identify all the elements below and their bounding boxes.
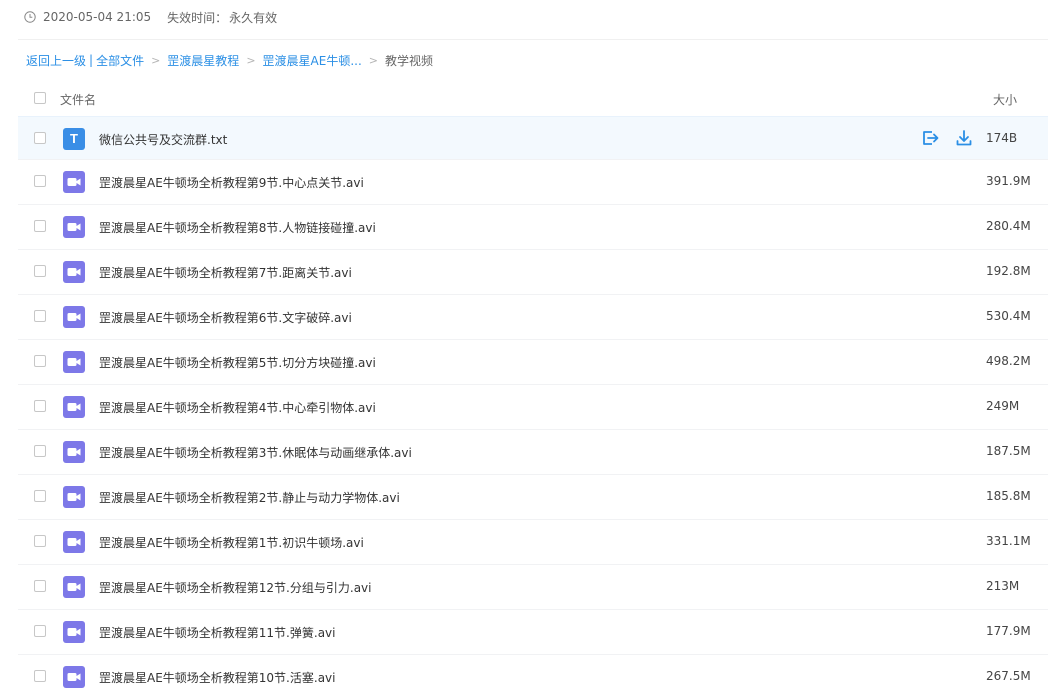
file-row[interactable]: 罡渡晨星AE牛顿场全析教程第9节.中心点关节.avi 391.9M [18,160,1048,205]
file-row[interactable]: 罡渡晨星AE牛顿场全析教程第3节.休眠体与动画继承体.avi 187.5M [18,430,1048,475]
file-size: 267.5M [986,669,1031,683]
file-row-checkbox[interactable] [34,625,46,637]
file-row[interactable]: 罡渡晨星AE牛顿场全析教程第10节.活塞.avi 267.5M [18,655,1048,693]
row-actions [920,128,974,148]
select-all-checkbox[interactable] [34,92,46,104]
breadcrumb-current: 教学视频 [385,53,434,68]
video-file-icon [63,351,85,373]
video-file-icon [63,441,85,463]
file-row[interactable]: 罡渡晨星AE牛顿场全析教程第6节.文字破碎.avi 530.4M [18,295,1048,340]
file-size: 249M [986,399,1020,413]
breadcrumb-level2-link[interactable]: 罡渡晨星AE牛顿... [263,52,362,69]
file-size: 331.1M [986,534,1031,548]
video-file-icon [63,171,85,193]
video-file-icon [63,621,85,643]
file-name[interactable]: 微信公共号及交流群.txt [99,131,227,148]
file-row[interactable]: 罡渡晨星AE牛顿场全析教程第8节.人物链接碰撞.avi 280.4M [18,205,1048,250]
breadcrumb-separator: | [89,53,94,67]
file-list: T 微信公共号及交流群.txt 174B 罡渡晨星AE牛顿场全析教程第9节.中心点关节… [18,116,1048,693]
file-name[interactable]: 罡渡晨星AE牛顿场全析教程第5节.切分方块碰撞.avi [99,354,376,371]
chevron-right-icon: > [246,53,256,67]
file-row[interactable]: T 微信公共号及交流群.txt 174B [18,116,1048,160]
file-name[interactable]: 罡渡晨星AE牛顿场全析教程第4节.中心牵引物体.avi [99,399,376,416]
breadcrumb: 返回上一级 | 全部文件 > 罡渡晨星教程 > 罡渡晨星AE牛顿... > 教学… [26,52,433,68]
share-page: 2020-05-04 21:05 失效时间： 永久有效 返回上一级 | 全部文件… [0,0,1048,693]
file-size: 187.5M [986,444,1031,458]
file-size: 177.9M [986,624,1031,638]
file-row-checkbox[interactable] [34,355,46,367]
share-meta: 2020-05-04 21:05 失效时间： 永久有效 [24,8,277,26]
video-file-icon [63,486,85,508]
file-row-checkbox[interactable] [34,265,46,277]
file-name[interactable]: 罡渡晨星AE牛顿场全析教程第1节.初识牛顿场.avi [99,534,364,551]
video-file-icon [63,261,85,283]
file-name[interactable]: 罡渡晨星AE牛顿场全析教程第6节.文字破碎.avi [99,309,352,326]
file-row-checkbox[interactable] [34,310,46,322]
file-row-checkbox[interactable] [34,535,46,547]
file-row[interactable]: 罡渡晨星AE牛顿场全析教程第1节.初识牛顿场.avi 331.1M [18,520,1048,565]
file-size: 391.9M [986,174,1031,188]
video-file-icon [63,576,85,598]
file-row[interactable]: 罡渡晨星AE牛顿场全析教程第7节.距离关节.avi 192.8M [18,250,1048,295]
file-name[interactable]: 罡渡晨星AE牛顿场全析教程第3节.休眠体与动画继承体.avi [99,444,412,461]
video-file-icon [63,396,85,418]
file-size: 174B [986,131,1018,145]
file-name[interactable]: 罡渡晨星AE牛顿场全析教程第11节.弹簧.avi [99,624,335,641]
file-row[interactable]: 罡渡晨星AE牛顿场全析教程第2节.静止与动力学物体.avi 185.8M [18,475,1048,520]
file-row[interactable]: 罡渡晨星AE牛顿场全析教程第12节.分组与引力.avi 213M [18,565,1048,610]
clock-icon [24,11,36,23]
file-name[interactable]: 罡渡晨星AE牛顿场全析教程第12节.分组与引力.avi [99,579,371,596]
file-name[interactable]: 罡渡晨星AE牛顿场全析教程第2节.静止与动力学物体.avi [99,489,400,506]
expire-value: 永久有效 [229,10,278,25]
table-header: 文件名 大小 [18,83,1048,115]
video-file-icon [63,306,85,328]
file-row-checkbox[interactable] [34,175,46,187]
chevron-right-icon: > [151,53,161,67]
file-size: 192.8M [986,264,1031,278]
file-name[interactable]: 罡渡晨星AE牛顿场全析教程第8节.人物链接碰撞.avi [99,219,376,236]
txt-file-icon: T [63,128,85,150]
video-file-icon [63,216,85,238]
file-name[interactable]: 罡渡晨星AE牛顿场全析教程第9节.中心点关节.avi [99,174,364,191]
file-size: 280.4M [986,219,1031,233]
file-size: 498.2M [986,354,1031,368]
file-row-checkbox[interactable] [34,445,46,457]
header-divider [18,39,1048,40]
file-name[interactable]: 罡渡晨星AE牛顿场全析教程第7节.距离关节.avi [99,264,352,281]
chevron-right-icon: > [368,53,378,67]
file-row-checkbox[interactable] [34,580,46,592]
expire-label: 失效时间： [167,10,228,25]
file-size: 530.4M [986,309,1031,323]
file-size: 213M [986,579,1020,593]
download-icon[interactable] [954,128,974,148]
file-size: 185.8M [986,489,1031,503]
breadcrumb-all-files-link[interactable]: 全部文件 [96,52,144,69]
breadcrumb-level1-link[interactable]: 罡渡晨星教程 [167,52,239,69]
save-to-netdisk-icon[interactable] [920,128,940,148]
video-file-icon [63,531,85,553]
share-date: 2020-05-04 21:05 [43,10,152,24]
file-row-checkbox[interactable] [34,132,46,144]
file-row-checkbox[interactable] [34,400,46,412]
column-header-name[interactable]: 文件名 [60,91,96,108]
breadcrumb-back-link[interactable]: 返回上一级 [26,52,86,69]
file-row[interactable]: 罡渡晨星AE牛顿场全析教程第11节.弹簧.avi 177.9M [18,610,1048,655]
file-row[interactable]: 罡渡晨星AE牛顿场全析教程第4节.中心牵引物体.avi 249M [18,385,1048,430]
file-row-checkbox[interactable] [34,490,46,502]
video-file-icon [63,666,85,688]
file-row[interactable]: 罡渡晨星AE牛顿场全析教程第5节.切分方块碰撞.avi 498.2M [18,340,1048,385]
file-row-checkbox[interactable] [34,670,46,682]
file-row-checkbox[interactable] [34,220,46,232]
column-header-size[interactable]: 大小 [993,91,1017,108]
file-name[interactable]: 罡渡晨星AE牛顿场全析教程第10节.活塞.avi [99,669,335,686]
